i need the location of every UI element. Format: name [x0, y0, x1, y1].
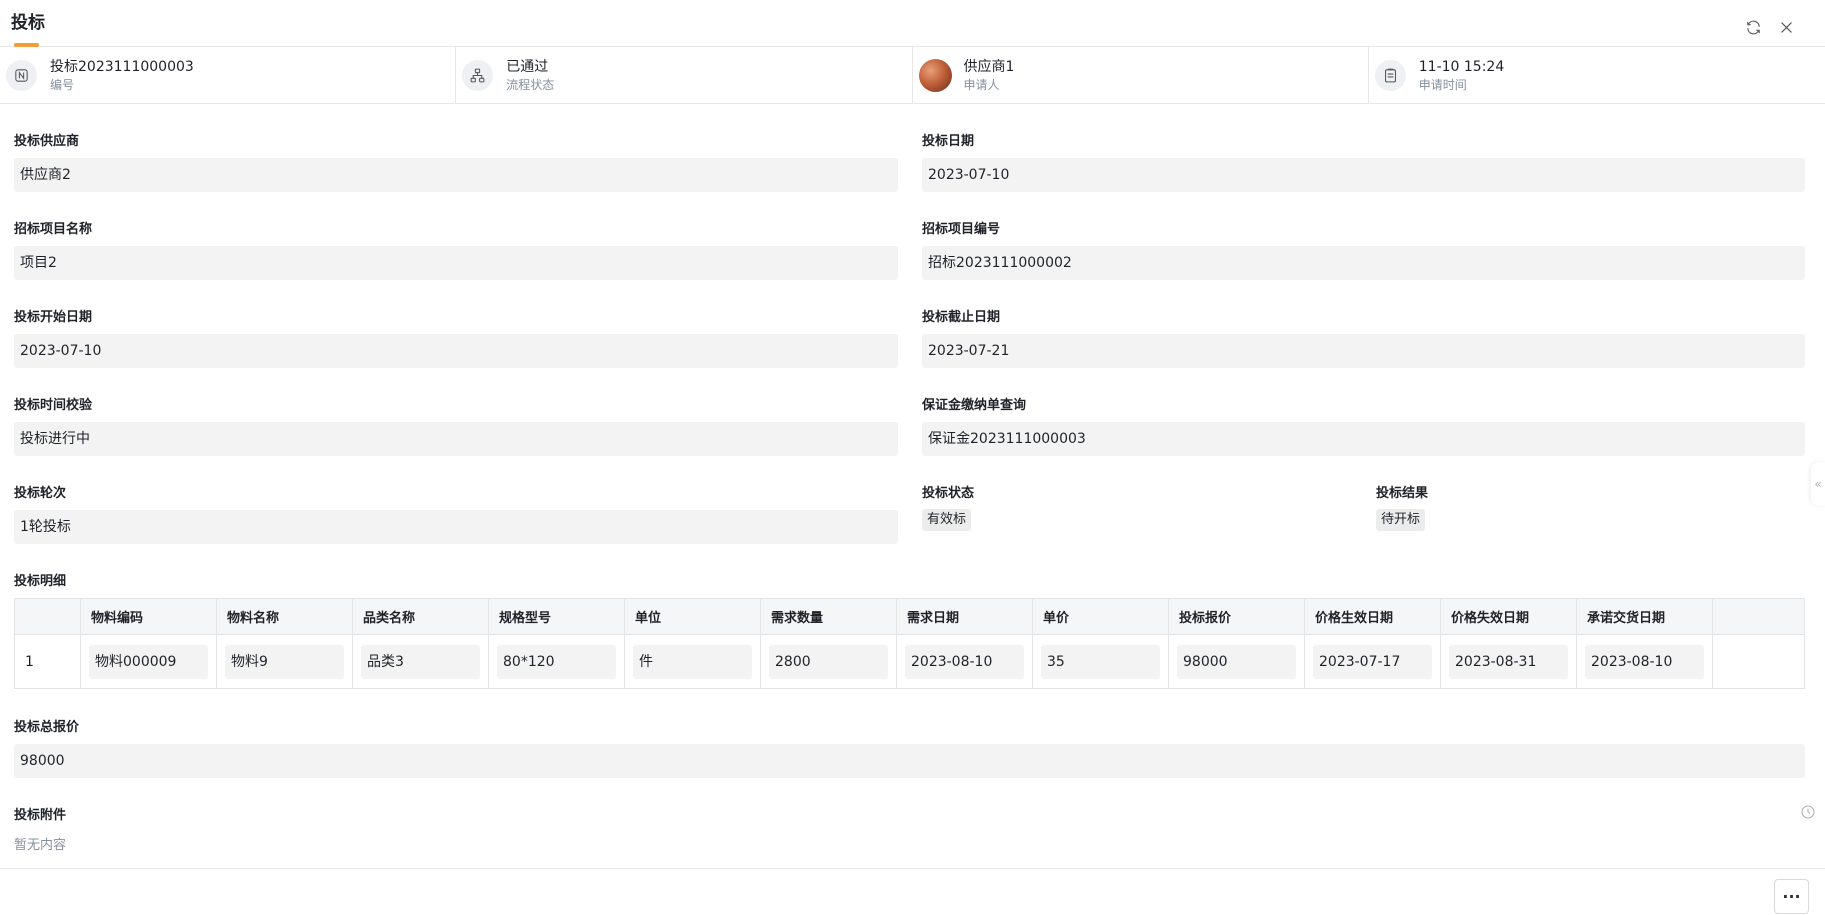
bid-detail-table: 物料编码 物料名称 品类名称 规格型号 单位 需求数量 需求日期 单价 投标报价…: [14, 598, 1805, 689]
collapse-handle-icon[interactable]: «: [1811, 462, 1825, 506]
apply-time: 11-10 15:24: [1418, 58, 1505, 75]
col-header: 品类名称: [352, 598, 489, 635]
bid-date-label: 投标日期: [922, 134, 975, 149]
project-name-field[interactable]: 项目2: [14, 246, 898, 280]
cell-unit-price[interactable]: 35: [1041, 644, 1160, 679]
col-index: [14, 598, 81, 635]
workflow-status-label: 流程状态: [506, 77, 555, 92]
attachment-label: 投标附件: [14, 808, 67, 823]
close-icon[interactable]: [1775, 16, 1797, 38]
cell-material-code[interactable]: 物料000009: [89, 644, 208, 679]
workflow-status: 已通过: [506, 58, 549, 75]
avatar: [918, 58, 952, 92]
bid-status-label: 投标状态: [922, 486, 975, 501]
info-workflow: 已通过 流程状态: [456, 47, 913, 103]
footer: ···: [0, 868, 1825, 915]
cell-unit[interactable]: 件: [633, 644, 752, 679]
col-header: 单价: [1032, 598, 1169, 635]
cell-spec[interactable]: 80*120: [497, 644, 616, 679]
deposit-label: 保证金缴纳单查询: [922, 398, 1027, 413]
table-row: 1 物料000009 物料9 品类3 80*120 件 2800 2023-08…: [14, 634, 1805, 689]
bid-number-label: 编号: [50, 77, 75, 92]
bid-result-badge: 待开标: [1376, 509, 1426, 531]
info-number: 投标2023111000003 编号: [0, 47, 457, 103]
round-label: 投标轮次: [14, 486, 67, 501]
clipboard-icon: [1374, 59, 1406, 91]
refresh-icon[interactable]: [1742, 16, 1764, 38]
cell-price-end[interactable]: 2023-08-31: [1449, 644, 1568, 679]
total-field[interactable]: 98000: [14, 744, 1805, 778]
start-date-label: 投标开始日期: [14, 310, 93, 325]
project-code-field[interactable]: 招标2023111000002: [922, 246, 1805, 280]
applicant-name: 供应商1: [963, 58, 1015, 75]
attachment-empty: 暂无内容: [14, 838, 67, 853]
info-apply-time: 11-10 15:24 申请时间: [1369, 47, 1825, 103]
col-header: 需求数量: [760, 598, 897, 635]
page-title: 投标: [11, 13, 45, 33]
more-button[interactable]: ···: [1774, 879, 1809, 914]
end-date-label: 投标截止日期: [922, 310, 1001, 325]
cell-quantity[interactable]: 2800: [769, 644, 888, 679]
project-code-label: 招标项目编号: [922, 222, 1001, 237]
supplier-label: 投标供应商: [14, 134, 80, 149]
bid-result-label: 投标结果: [1376, 486, 1429, 501]
round-field[interactable]: 1轮投标: [14, 510, 898, 544]
col-header: 物料名称: [216, 598, 353, 635]
applicant-label: 申请人: [963, 77, 1000, 92]
project-name-label: 招标项目名称: [14, 222, 93, 237]
time-check-label: 投标时间校验: [14, 398, 93, 413]
total-label: 投标总报价: [14, 720, 80, 735]
deposit-field[interactable]: 保证金2023111000003: [922, 422, 1805, 456]
col-header: 价格生效日期: [1304, 598, 1441, 635]
history-icon[interactable]: [1800, 804, 1816, 820]
col-header: 承诺交货日期: [1576, 598, 1713, 635]
col-header: 需求日期: [896, 598, 1033, 635]
cell-price-start[interactable]: 2023-07-17: [1313, 644, 1432, 679]
workflow-icon: [462, 59, 494, 91]
bid-status-badge: 有效标: [922, 509, 972, 531]
cell-delivery-date[interactable]: 2023-08-10: [1585, 644, 1704, 679]
info-applicant: 供应商1 申请人: [913, 47, 1369, 103]
end-date-field[interactable]: 2023-07-21: [922, 334, 1805, 368]
time-check-field[interactable]: 投标进行中: [14, 422, 898, 456]
number-icon: [6, 59, 37, 91]
cell-demand-date[interactable]: 2023-08-10: [905, 644, 1024, 679]
detail-label: 投标明细: [14, 574, 67, 589]
bid-date-field[interactable]: 2023-07-10: [922, 158, 1805, 192]
cell-category[interactable]: 品类3: [361, 644, 480, 679]
table-header-row: 物料编码 物料名称 品类名称 规格型号 单位 需求数量 需求日期 单价 投标报价…: [14, 598, 1805, 635]
col-header: 单位: [624, 598, 761, 635]
col-spacer: [1712, 598, 1805, 635]
col-header: 规格型号: [488, 598, 625, 635]
apply-time-label: 申请时间: [1418, 77, 1467, 92]
title-bar: 投标: [0, 0, 1825, 47]
bid-number: 投标2023111000003: [50, 58, 194, 75]
info-strip: 投标2023111000003 编号 已通过 流程状态 供应商1 申请人 11-…: [0, 47, 1825, 104]
start-date-field[interactable]: 2023-07-10: [14, 334, 898, 368]
col-header: 投标报价: [1168, 598, 1305, 635]
row-index: 1: [14, 634, 81, 689]
col-header: 价格失效日期: [1440, 598, 1577, 635]
cell-bid-price[interactable]: 98000: [1177, 644, 1296, 679]
supplier-field[interactable]: 供应商2: [14, 158, 898, 192]
col-header: 物料编码: [80, 598, 217, 635]
cell-material-name[interactable]: 物料9: [225, 644, 344, 679]
row-spacer: [1712, 634, 1805, 689]
